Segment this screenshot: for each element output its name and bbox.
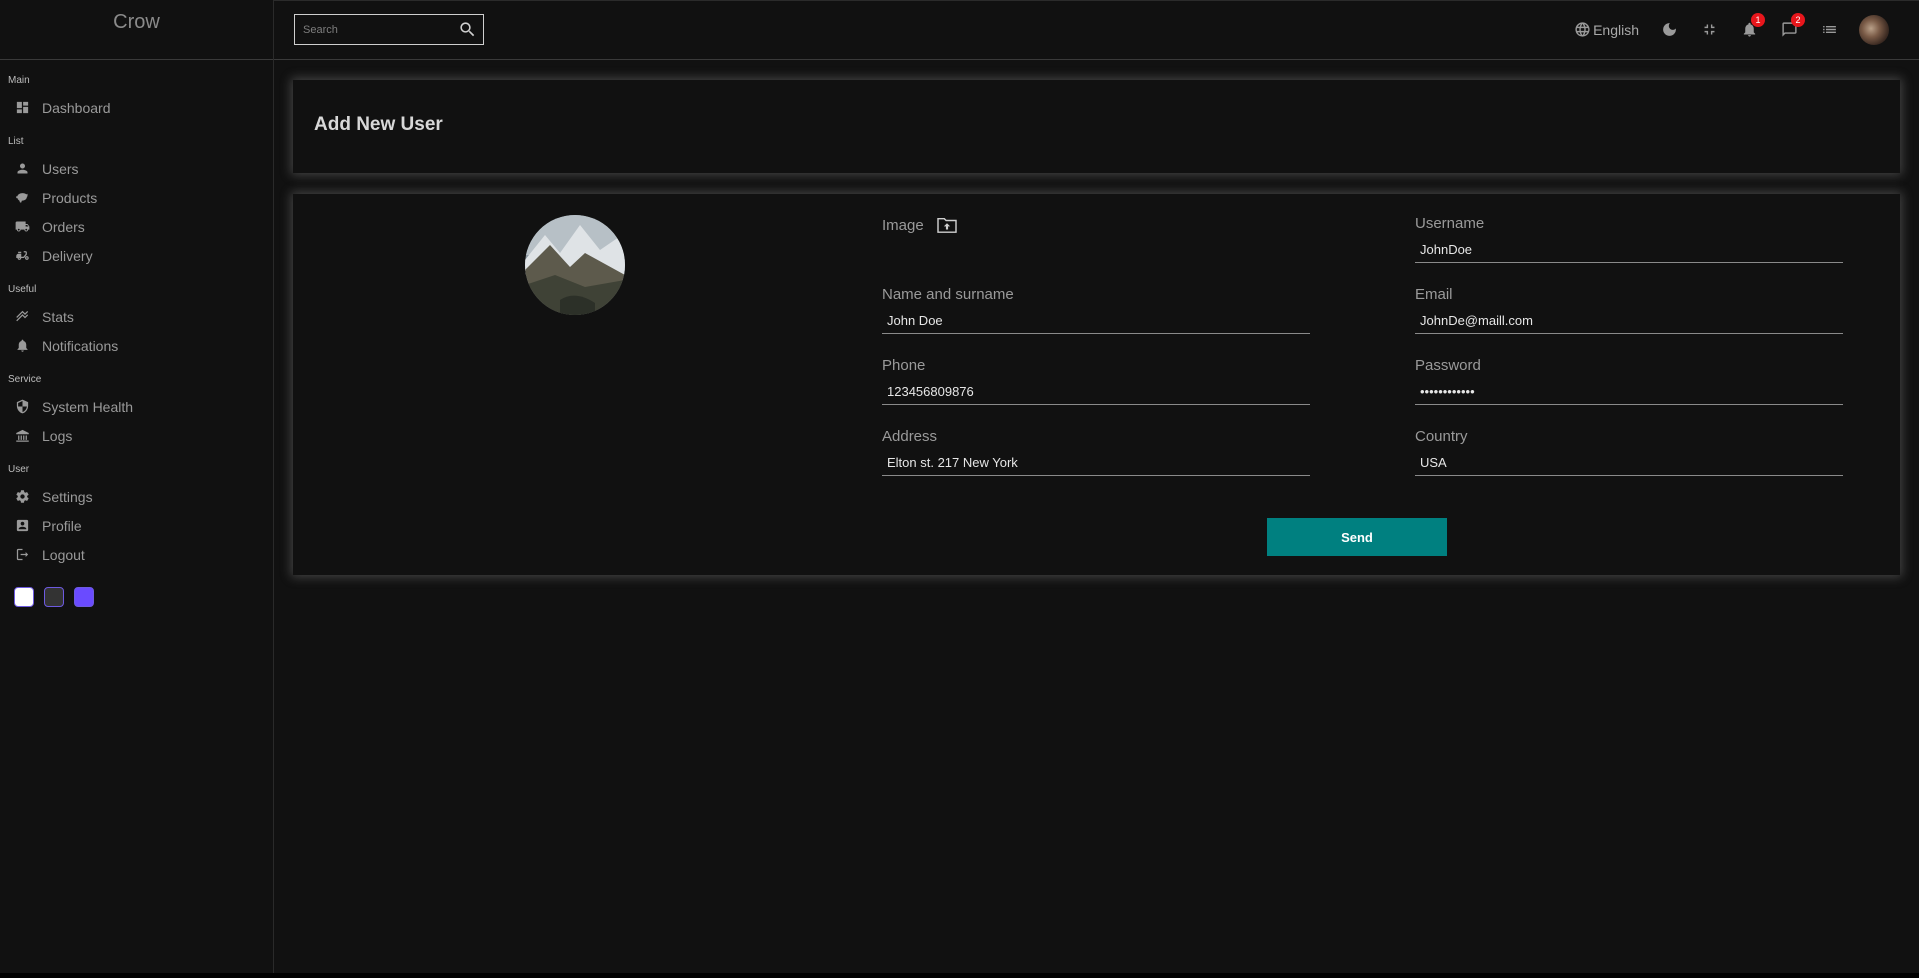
- messages-button[interactable]: 2: [1779, 12, 1805, 40]
- logs-icon: [14, 428, 30, 444]
- country-input[interactable]: [1415, 449, 1843, 476]
- section-title-list: List: [8, 136, 24, 147]
- phone-label: Phone: [882, 357, 926, 374]
- page-title: Add New User: [314, 114, 443, 135]
- notifications-button[interactable]: 1: [1739, 12, 1765, 40]
- user-image-preview: [525, 215, 625, 315]
- sidebar-item-orders[interactable]: Orders: [8, 212, 273, 241]
- sidebar: Crow Main Dashboard List Users Products …: [0, 0, 274, 973]
- sidebar-item-label: Stats: [42, 308, 74, 325]
- bell-icon: [14, 338, 30, 354]
- sidebar-item-logout[interactable]: Logout: [8, 540, 273, 569]
- section-title-service: Service: [8, 374, 42, 385]
- sidebar-item-label: Users: [42, 160, 79, 177]
- search-box: [294, 14, 484, 45]
- address-label: Address: [882, 428, 938, 445]
- topbar-actions: English 1 2: [1574, 0, 1919, 59]
- sidebar-item-label: Profile: [42, 517, 82, 534]
- sidebar-menu: Main Dashboard List Users Products Order…: [0, 75, 273, 607]
- address-input[interactable]: [882, 449, 1310, 476]
- upload-folder-icon[interactable]: [936, 216, 958, 234]
- sidebar-item-label: Orders: [42, 218, 85, 235]
- theme-light-swatch[interactable]: [14, 587, 34, 607]
- phone-field: Phone: [882, 357, 1310, 405]
- sidebar-item-settings[interactable]: Settings: [8, 482, 273, 511]
- sidebar-item-logs[interactable]: Logs: [8, 421, 273, 450]
- sidebar-item-notifications[interactable]: Notifications: [8, 331, 273, 360]
- sidebar-item-label: System Health: [42, 398, 134, 415]
- name-label: Name and surname: [882, 286, 1014, 303]
- notifications-badge: 1: [1751, 12, 1765, 27]
- theme-dark-swatch[interactable]: [44, 587, 64, 607]
- email-field: Email: [1415, 286, 1843, 334]
- image-label: Image: [882, 216, 924, 234]
- section-title-useful: Useful: [8, 284, 37, 295]
- send-button[interactable]: Send: [1267, 518, 1447, 556]
- search-input[interactable]: [301, 22, 455, 37]
- sidebar-item-label: Logout: [42, 546, 85, 563]
- email-input[interactable]: [1415, 307, 1843, 334]
- name-input[interactable]: [882, 307, 1310, 334]
- sidebar-item-system-health[interactable]: System Health: [8, 392, 273, 421]
- password-input[interactable]: [1415, 378, 1843, 405]
- stats-icon: [14, 309, 30, 325]
- sidebar-item-delivery[interactable]: Delivery: [8, 241, 273, 270]
- country-field: Country: [1415, 428, 1843, 476]
- list-button[interactable]: [1819, 20, 1839, 40]
- dashboard-icon: [14, 100, 30, 116]
- delivery-icon: [14, 248, 30, 264]
- address-field: Address: [882, 428, 1310, 476]
- fullscreen-exit-icon: [1704, 24, 1714, 35]
- moon-icon: [1662, 23, 1676, 36]
- username-field: Username: [1415, 215, 1843, 263]
- new-user-form: Image Username Name and surname Email Ph…: [293, 194, 1900, 575]
- logout-icon: [14, 547, 30, 563]
- person-icon: [14, 161, 30, 177]
- country-label: Country: [1415, 428, 1468, 445]
- sidebar-item-stats[interactable]: Stats: [8, 302, 273, 331]
- sidebar-item-users[interactable]: Users: [8, 154, 273, 183]
- dark-mode-toggle[interactable]: [1659, 20, 1679, 40]
- sidebar-item-label: Logs: [42, 427, 73, 444]
- phone-input[interactable]: [882, 378, 1310, 405]
- page-header: Add New User: [293, 80, 1900, 173]
- name-field: Name and surname: [882, 286, 1310, 334]
- sidebar-item-label: Products: [42, 189, 98, 206]
- products-icon: [14, 190, 30, 206]
- theme-purple-swatch[interactable]: [74, 587, 94, 607]
- password-field: Password: [1415, 357, 1843, 405]
- username-input[interactable]: [1415, 236, 1843, 263]
- shield-icon: [14, 399, 30, 415]
- language-label: English: [1593, 21, 1639, 38]
- sidebar-item-label: Delivery: [42, 247, 93, 264]
- fullscreen-button[interactable]: [1699, 20, 1719, 40]
- sidebar-item-label: Dashboard: [42, 99, 111, 116]
- theme-switcher: [14, 587, 273, 607]
- section-title-user: User: [8, 464, 30, 475]
- search-icon[interactable]: [458, 20, 477, 39]
- sidebar-item-label: Settings: [42, 488, 93, 505]
- section-title-main: Main: [8, 75, 30, 86]
- profile-icon: [14, 518, 30, 534]
- gear-icon: [14, 489, 30, 505]
- password-label: Password: [1415, 357, 1481, 374]
- topbar: English 1 2: [274, 0, 1919, 60]
- sidebar-item-profile[interactable]: Profile: [8, 511, 273, 540]
- username-label: Username: [1415, 215, 1485, 232]
- email-label: Email: [1415, 286, 1453, 303]
- messages-badge: 2: [1791, 12, 1805, 27]
- truck-icon: [14, 219, 30, 235]
- sidebar-item-label: Notifications: [42, 337, 119, 354]
- globe-icon: [1575, 22, 1590, 37]
- list-icon: [1822, 25, 1836, 34]
- image-upload-field[interactable]: Image: [882, 216, 958, 234]
- logo-area: Crow: [0, 0, 273, 60]
- sidebar-item-products[interactable]: Products: [8, 183, 273, 212]
- app-logo[interactable]: Crow: [113, 11, 160, 34]
- language-selector[interactable]: English: [1574, 20, 1639, 40]
- user-avatar[interactable]: [1859, 14, 1889, 45]
- sidebar-item-dashboard[interactable]: Dashboard: [8, 93, 273, 122]
